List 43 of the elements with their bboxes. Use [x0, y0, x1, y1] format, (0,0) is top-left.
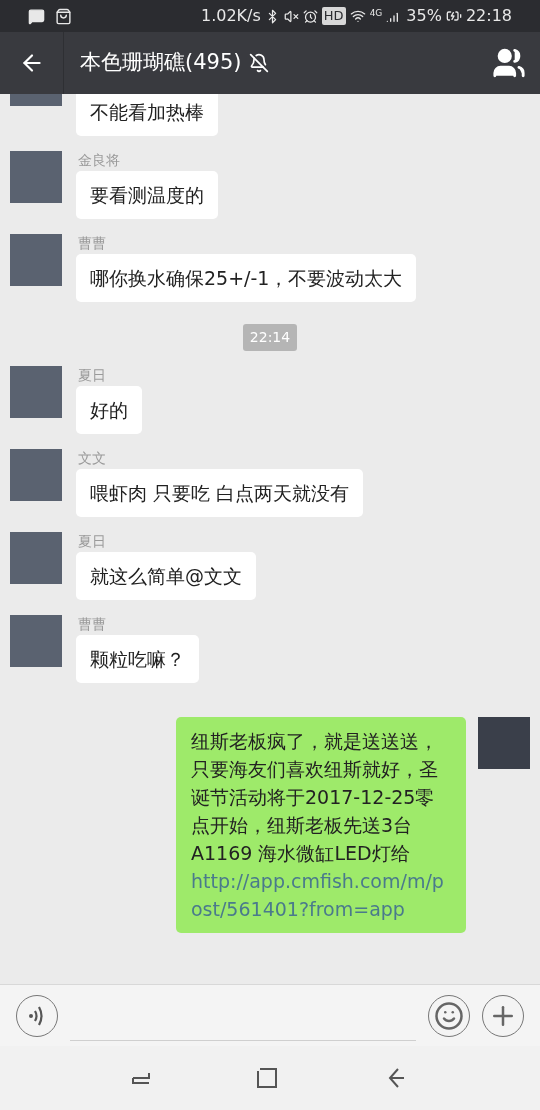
- battery-icon: [445, 8, 462, 24]
- battery-level: 35%: [406, 5, 442, 27]
- time-stamp: 22:14: [242, 324, 298, 351]
- network-speed: 1.02K/s: [201, 5, 261, 27]
- message-bubble[interactable]: 要看测温度的: [76, 171, 218, 219]
- sender-name: 夏日: [78, 532, 107, 550]
- home-icon: [255, 1066, 279, 1090]
- smiley-icon: [434, 1000, 464, 1031]
- sender-name: 夏日: [78, 366, 107, 384]
- voice-icon: [28, 1004, 46, 1027]
- message-bubble[interactable]: 不能看加热棒: [76, 94, 218, 136]
- message-icon: [28, 7, 45, 25]
- sender-name: 曹曹: [78, 615, 107, 633]
- wifi-icon: [349, 8, 366, 24]
- message-bubble[interactable]: 喂虾肉 只要吃 白点两天就没有: [76, 469, 364, 517]
- recent-apps-icon: [132, 1071, 151, 1085]
- avatar-photo[interactable]: [10, 366, 62, 418]
- message-bubble[interactable]: 就这么简单@文文: [76, 552, 256, 600]
- group-icon: [492, 46, 526, 80]
- group-members-button[interactable]: [492, 46, 526, 80]
- message-text: 纽斯老板疯了，就是送送送，只要海友们喜欢纽斯就好，圣诞节活动将于2017-12-25零点开始，纽斯老板先送3台A1169 海水微缸LED灯给: [191, 730, 438, 864]
- avatar-photo[interactable]: [10, 151, 62, 203]
- sender-name: 金良将: [78, 151, 121, 169]
- hd-badge: HD: [321, 7, 346, 25]
- avatar-photo[interactable]: [10, 449, 62, 501]
- clock: 22:18: [465, 5, 512, 27]
- message-bubble[interactable]: 颗粒吃嘛？: [76, 635, 199, 683]
- message-bubble[interactable]: 哪你换水确保25+/-1，不要波动太大: [76, 254, 417, 302]
- sender-name: 曹曹: [78, 234, 107, 252]
- sender-name: 文文: [78, 449, 107, 467]
- avatar-photo[interactable]: [10, 532, 62, 584]
- message-bubble[interactable]: 好的: [76, 386, 142, 434]
- avatar-photo[interactable]: [478, 717, 530, 769]
- chat-title: 本色珊瑚礁(495): [80, 49, 242, 77]
- message-bubble[interactable]: 纽斯老板疯了，就是送送送，只要海友们喜欢纽斯就好，圣诞节活动将于2017-12-25零点开始，纽斯老板先送3台A1169 海水微缸LED灯给 http://app.cmfish.com/m/post/561401?from=app: [176, 717, 466, 933]
- network-type: 4G: [369, 7, 383, 20]
- home-button[interactable]: [255, 1066, 279, 1090]
- recent-apps-button[interactable]: [132, 1071, 151, 1085]
- mute-icon: [283, 8, 299, 24]
- bag-icon: [55, 7, 72, 25]
- avatar-photo[interactable]: [10, 615, 62, 667]
- avatar-photo[interactable]: [10, 234, 62, 286]
- alarm-icon: [302, 8, 318, 24]
